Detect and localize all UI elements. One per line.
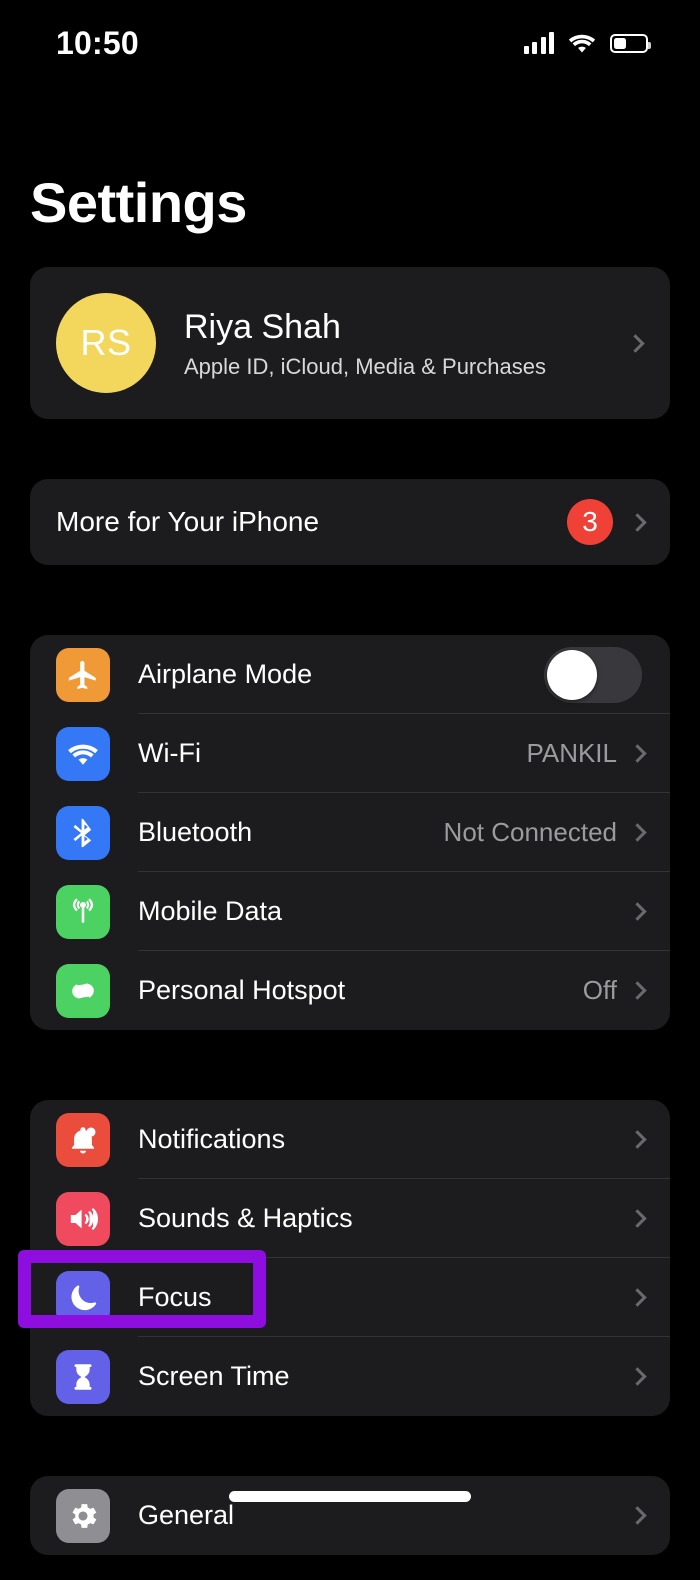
row-focus[interactable]: Focus (30, 1258, 670, 1337)
wifi-icon (56, 726, 110, 781)
preferences-group: Notifications Sounds & Haptics Focus Scr… (30, 1100, 670, 1416)
connectivity-group: Airplane Mode Wi-Fi PANKIL Bluetooth Not… (30, 635, 670, 1030)
page-title: Settings (30, 171, 247, 234)
airplane-icon (56, 647, 110, 702)
wifi-icon (568, 34, 596, 53)
row-sounds-haptics[interactable]: Sounds & Haptics (30, 1179, 670, 1258)
chevron-right-icon (628, 1506, 647, 1525)
chevron-right-icon (628, 1288, 647, 1307)
system-group: General (30, 1476, 670, 1555)
row-label: Wi-Fi (138, 738, 201, 768)
row-label: Notifications (138, 1124, 286, 1154)
row-label: Screen Time (138, 1361, 290, 1391)
row-mobile-data[interactable]: Mobile Data (30, 872, 670, 951)
chevron-right-icon (626, 333, 645, 353)
chevron-right-icon (628, 902, 647, 921)
account-text: Riya Shah Apple ID, iCloud, Media & Purc… (184, 306, 629, 381)
battery-icon (610, 33, 651, 53)
row-bluetooth[interactable]: Bluetooth Not Connected (30, 793, 670, 872)
row-label: Sounds & Haptics (138, 1203, 353, 1233)
chevron-right-icon (628, 823, 647, 842)
row-label: General (138, 1500, 235, 1530)
moon-icon (56, 1270, 110, 1325)
chevron-right-icon (628, 744, 647, 763)
promo-group: More for Your iPhone 3 (30, 479, 670, 565)
status-badge: 3 (567, 499, 613, 545)
status-bar-indicators (523, 31, 651, 55)
chevron-right-icon (628, 1130, 647, 1149)
account-subtitle: Apple ID, iCloud, Media & Purchases (184, 354, 546, 380)
account-name: Riya Shah (184, 307, 341, 346)
row-label: Mobile Data (138, 896, 283, 926)
bluetooth-icon (56, 805, 110, 860)
cellular-antenna-icon (56, 884, 110, 939)
row-wifi[interactable]: Wi-Fi PANKIL (30, 714, 670, 793)
row-value: Off (582, 975, 617, 1005)
apple-id-row[interactable]: RS Riya Shah Apple ID, iCloud, Media & P… (30, 267, 670, 419)
row-label: Airplane Mode (138, 659, 313, 689)
hotspot-link-icon (56, 963, 110, 1018)
row-general[interactable]: General (30, 1476, 670, 1555)
hourglass-icon (56, 1349, 110, 1404)
airplane-mode-toggle[interactable] (544, 646, 642, 703)
row-label: Bluetooth (138, 817, 253, 847)
row-value: PANKIL (526, 738, 617, 768)
status-bar: 10:50 (0, 0, 700, 86)
row-notifications[interactable]: Notifications (30, 1100, 670, 1179)
row-value: Not Connected (443, 817, 617, 847)
bell-icon (56, 1112, 110, 1167)
chevron-right-icon (628, 512, 647, 532)
home-indicator (229, 1491, 471, 1502)
speaker-waves-icon (56, 1191, 110, 1246)
row-airplane-mode[interactable]: Airplane Mode (30, 635, 670, 714)
chevron-right-icon (628, 981, 647, 1000)
status-bar-time: 10:50 (56, 24, 139, 61)
chevron-right-icon (628, 1209, 647, 1228)
settings-list: RS Riya Shah Apple ID, iCloud, Media & P… (0, 235, 700, 1580)
row-label: Focus (138, 1282, 212, 1312)
more-for-your-iphone-row[interactable]: More for Your iPhone 3 (30, 479, 670, 565)
account-group: RS Riya Shah Apple ID, iCloud, Media & P… (30, 267, 670, 419)
row-label: Personal Hotspot (138, 975, 346, 1005)
gear-icon (56, 1488, 110, 1543)
signal-bars-icon (523, 32, 554, 54)
row-personal-hotspot[interactable]: Personal Hotspot Off (30, 951, 670, 1030)
avatar: RS (56, 293, 156, 393)
promo-label: More for Your iPhone (56, 506, 320, 537)
row-screen-time[interactable]: Screen Time (30, 1337, 670, 1416)
chevron-right-icon (628, 1367, 647, 1386)
